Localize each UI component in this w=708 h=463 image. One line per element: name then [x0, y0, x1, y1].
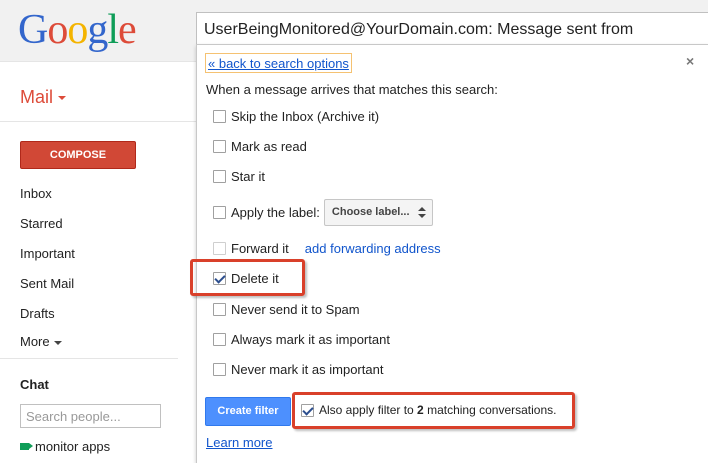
always-important-checkbox[interactable]: [213, 332, 226, 346]
option-never-important[interactable]: Never mark it as important: [213, 359, 383, 379]
logo-letter: g: [87, 7, 108, 53]
option-label: Never mark it as important: [231, 361, 384, 377]
option-label: Never send it to Spam: [231, 301, 360, 317]
mail-menu[interactable]: Mail: [20, 87, 67, 108]
sidebar-item-inbox[interactable]: Inbox: [20, 186, 52, 201]
mail-menu-label: Mail: [20, 87, 54, 107]
sidebar-divider: [0, 121, 196, 122]
option-label: Skip the Inbox (Archive it): [231, 108, 380, 124]
compose-button[interactable]: COMPOSE: [20, 141, 136, 169]
chat-contact-name: monitor apps: [35, 439, 111, 454]
never-spam-checkbox[interactable]: [213, 302, 226, 316]
option-skip-inbox[interactable]: Skip the Inbox (Archive it): [213, 106, 379, 126]
back-to-search-options-link[interactable]: « back to search options: [205, 53, 352, 73]
create-filter-button[interactable]: Create filter: [205, 397, 291, 426]
sidebar-item-important[interactable]: Important: [20, 246, 75, 261]
option-forward[interactable]: Forward it add forwarding address: [213, 238, 441, 258]
logo-letter: G: [18, 7, 48, 53]
google-logo[interactable]: Google: [18, 6, 137, 54]
forward-checkbox[interactable]: [213, 241, 226, 255]
chat-contact[interactable]: monitor apps: [20, 439, 110, 454]
chevron-down-icon: [53, 340, 62, 345]
logo-letter: o: [47, 7, 68, 53]
never-important-checkbox[interactable]: [213, 362, 226, 376]
choose-label-select[interactable]: Choose label...: [323, 198, 433, 226]
option-mark-read[interactable]: Mark as read: [213, 136, 307, 156]
option-star[interactable]: Star it: [213, 166, 265, 186]
option-always-important[interactable]: Always mark it as important: [213, 329, 390, 349]
video-camera-icon: [20, 443, 33, 451]
apply-label-checkbox[interactable]: [213, 205, 226, 219]
select-value: Choose label...: [331, 206, 410, 218]
option-label: Apply the label:: [231, 204, 320, 220]
filter-intro-text: When a message arrives that matches this…: [206, 82, 498, 97]
also-apply-highlight: [292, 392, 575, 429]
star-checkbox[interactable]: [213, 169, 226, 183]
option-apply-label[interactable]: Apply the label: Choose label...: [213, 198, 433, 226]
delete-option-highlight: [190, 259, 305, 296]
mark-read-checkbox[interactable]: [213, 139, 226, 153]
logo-letter: o: [67, 7, 88, 53]
close-icon[interactable]: ×: [686, 53, 694, 69]
option-label: Star it: [231, 168, 265, 184]
option-label: Always mark it as important: [231, 331, 390, 347]
search-input[interactable]: UserBeingMonitored@YourDomain.com: Messa…: [196, 12, 708, 46]
option-never-spam[interactable]: Never send it to Spam: [213, 299, 360, 319]
logo-letter: e: [118, 7, 137, 53]
logo-letter: l: [107, 7, 119, 53]
chevron-down-icon: [58, 96, 67, 101]
option-label: Forward it: [231, 240, 289, 256]
learn-more-link[interactable]: Learn more: [206, 435, 272, 450]
option-label: Mark as read: [231, 138, 307, 154]
sidebar-item-more[interactable]: More: [20, 334, 62, 349]
updown-arrows-icon: [417, 206, 426, 219]
chat-search-input[interactable]: [20, 404, 161, 428]
sidebar-item-starred[interactable]: Starred: [20, 216, 63, 231]
chat-divider: [0, 358, 178, 359]
add-forwarding-address-link[interactable]: add forwarding address: [305, 241, 441, 256]
chat-heading: Chat: [20, 377, 49, 392]
more-label: More: [20, 334, 50, 349]
sidebar-item-sent-mail[interactable]: Sent Mail: [20, 276, 74, 291]
sidebar-item-drafts[interactable]: Drafts: [20, 306, 55, 321]
skip-inbox-checkbox[interactable]: [213, 109, 226, 123]
